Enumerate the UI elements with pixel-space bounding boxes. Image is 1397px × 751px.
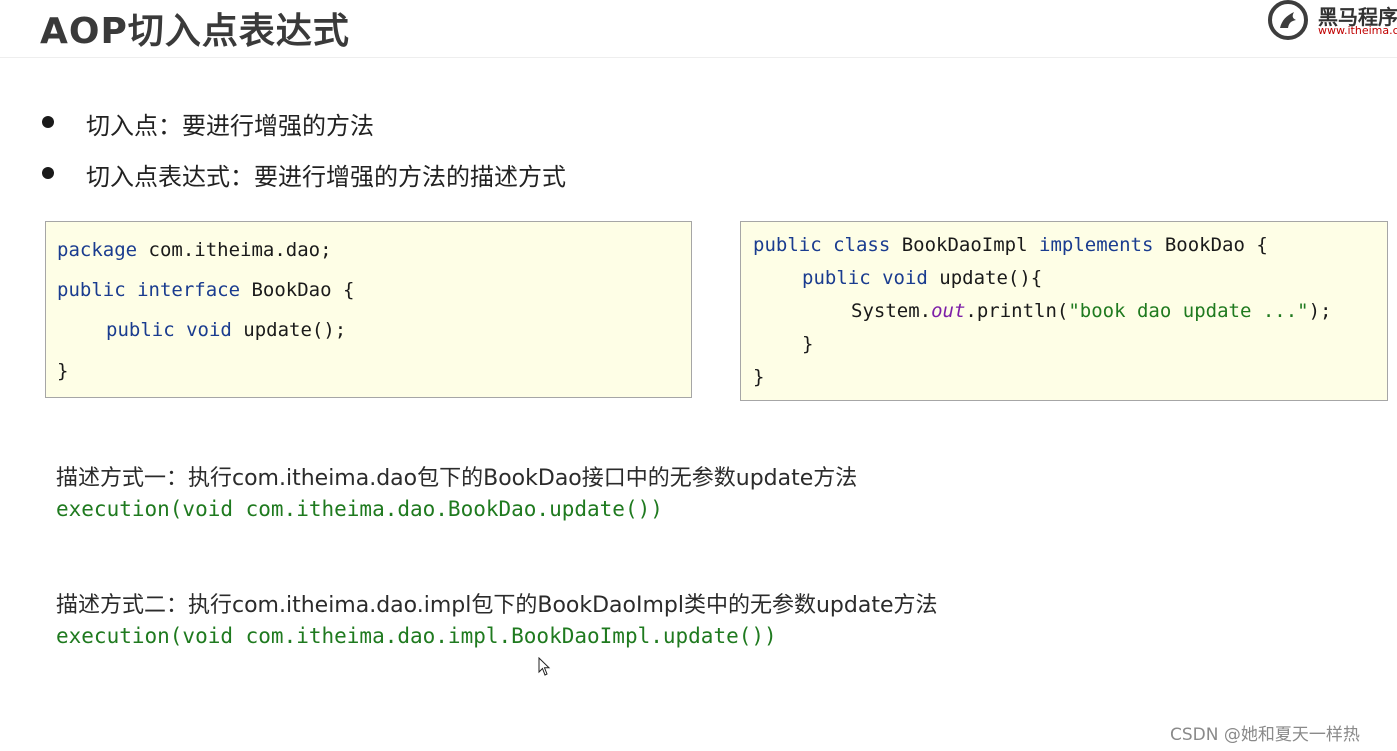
code-line: } (753, 366, 765, 388)
code-field: out (931, 300, 966, 322)
logo-url: www.itheima.c (1318, 24, 1397, 37)
bullet-dot-icon (42, 167, 54, 179)
code-text: com.itheima.dao; (137, 239, 332, 261)
code-text: BookDao { (1153, 234, 1268, 256)
code-line: public void update(){ (802, 267, 1042, 289)
code-text: update(){ (927, 267, 1043, 289)
csdn-watermark: CSDN @她和夏天一样热 (1170, 725, 1360, 745)
code-text: .println( (965, 300, 1069, 322)
code-text: update(); (231, 319, 347, 341)
code-keyword: public class (753, 234, 891, 256)
code-line: public interface BookDao { (57, 279, 354, 301)
impl-code-block: public class BookDaoImpl implements Book… (740, 221, 1388, 401)
code-keyword: public interface (57, 279, 241, 301)
interface-code-block: package com.itheima.dao; public interfac… (45, 221, 692, 398)
code-line: } (802, 333, 814, 355)
expression-two: execution(void com.itheima.dao.impl.Book… (56, 624, 777, 648)
code-line: } (57, 360, 69, 382)
code-line: package com.itheima.dao; (57, 239, 332, 261)
code-keyword: package (57, 239, 138, 261)
bullet-text: 切入点：要进行增强的方法 (86, 112, 374, 140)
itheima-logo: 黑马程序 www.itheima.c (1266, 0, 1397, 44)
code-keyword: public void (802, 267, 928, 289)
description-two: 描述方式二：执行com.itheima.dao.impl包下的BookDaoIm… (56, 593, 938, 618)
code-keyword: public void (106, 319, 232, 341)
code-text: BookDaoImpl (890, 234, 1039, 256)
mouse-pointer-icon (538, 656, 551, 681)
code-string: "book dao update ..." (1068, 300, 1309, 322)
code-line: System.out.println("book dao update ..."… (851, 300, 1331, 322)
bullet-dot-icon (42, 116, 54, 128)
horse-logo-icon (1268, 0, 1308, 40)
bullet-text: 切入点表达式：要进行增强的方法的描述方式 (86, 163, 566, 191)
code-text: BookDao { (240, 279, 355, 301)
code-text: System. (851, 300, 932, 322)
description-one: 描述方式一：执行com.itheima.dao包下的BookDao接口中的无参数… (56, 466, 858, 491)
code-keyword: implements (1039, 234, 1154, 256)
expression-one: execution(void com.itheima.dao.BookDao.u… (56, 497, 663, 521)
code-line: public class BookDaoImpl implements Book… (753, 234, 1268, 256)
code-text: ); (1308, 300, 1332, 322)
title-divider (0, 57, 1397, 58)
page-title: AOP切入点表达式 (40, 11, 350, 52)
code-line: public void update(); (106, 319, 346, 341)
